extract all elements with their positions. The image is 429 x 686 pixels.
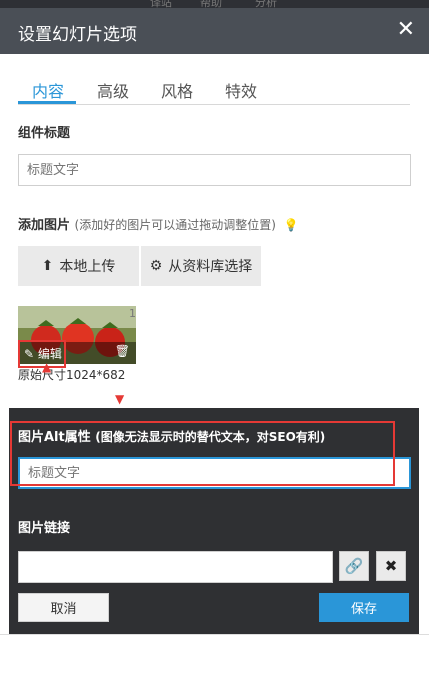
upload-local-button[interactable]: ⬆ 本地上传 xyxy=(18,246,139,286)
active-tab-indicator xyxy=(18,101,76,104)
lightbulb-icon: 💡 xyxy=(283,218,299,232)
tab-style[interactable]: 风格 xyxy=(161,78,193,102)
tab-effects[interactable]: 特效 xyxy=(225,78,257,102)
image-link-input[interactable] xyxy=(18,551,333,583)
component-title-input[interactable] xyxy=(18,154,411,186)
upload-local-label: 本地上传 xyxy=(59,259,116,275)
add-image-label: 添加图片 (添加好的图片可以通过拖动调整位置) 💡 xyxy=(18,214,298,233)
close-icon[interactable]: ✕ xyxy=(397,16,415,44)
image-link-label: 图片链接 xyxy=(18,521,71,536)
save-button[interactable]: 保存 xyxy=(319,593,409,622)
tab-advanced[interactable]: 高级 xyxy=(97,78,129,102)
dialog-header: 设置幻灯片选项 ✕ xyxy=(0,8,429,54)
add-image-title: 添加图片 xyxy=(18,218,71,233)
upload-icon: ⬆ xyxy=(41,258,54,274)
arrow-down-icon: ▼ xyxy=(115,392,125,406)
link-icon[interactable]: 🔗 xyxy=(339,551,369,581)
arrow-up-icon: ▲ xyxy=(42,360,52,374)
dialog-title: 设置幻灯片选项 xyxy=(18,25,137,45)
thumbnail-index: 1 xyxy=(129,307,136,320)
tab-content[interactable]: 内容 xyxy=(32,78,64,102)
divider xyxy=(0,634,429,635)
component-title-label: 组件标题 xyxy=(18,126,71,141)
cancel-button[interactable]: 取消 xyxy=(18,593,109,622)
trash-icon[interactable]: 🗑 xyxy=(115,344,130,358)
original-size-text: 原始尺寸1024*682 xyxy=(18,368,126,382)
tab-bar: 内容 高级 风格 特效 xyxy=(18,78,410,105)
add-image-hint: (添加好的图片可以通过拖动调整位置) xyxy=(74,218,276,232)
select-library-label: 从资料库选择 xyxy=(168,259,253,275)
select-from-library-button[interactable]: ⚙ 从资料库选择 xyxy=(141,246,261,286)
remove-link-icon[interactable]: ✖ xyxy=(376,551,406,581)
alt-highlight-box xyxy=(10,421,395,486)
gear-icon: ⚙ xyxy=(149,258,163,274)
top-nav-strip: 译站 帮助 分析 xyxy=(0,0,429,9)
